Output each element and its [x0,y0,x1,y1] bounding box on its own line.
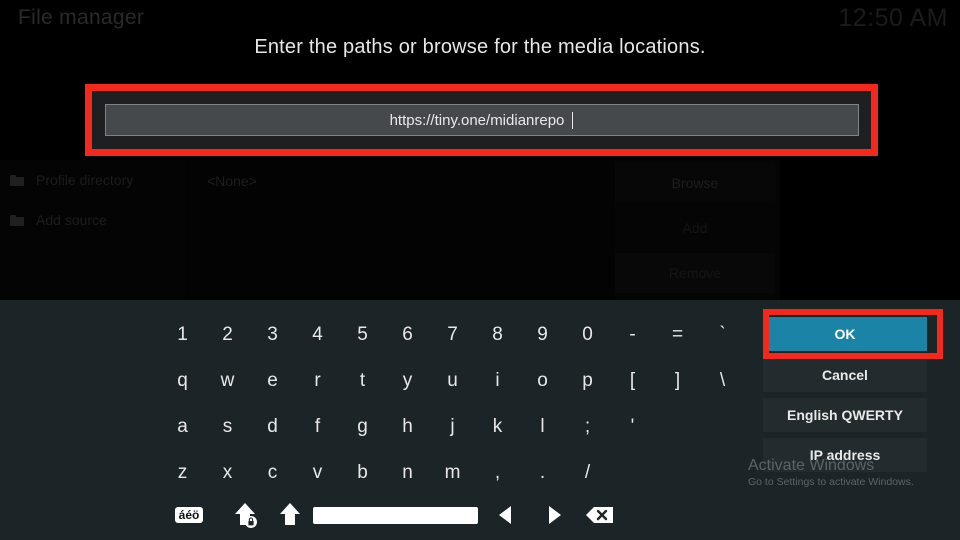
keyboard-key-sym8[interactable]: . [520,450,565,495]
keyboard-key-x[interactable]: x [205,450,250,495]
keyboard-key-8[interactable]: 8 [475,312,520,357]
backspace-key[interactable] [580,495,620,535]
add-button[interactable]: Add [615,208,775,248]
keyboard-key-sym10[interactable]: [ [610,358,655,403]
profile-directory-value: <None> [207,173,257,189]
keyboard-key-sym10[interactable]: - [610,312,655,357]
arrow-right-icon [549,506,561,524]
clock: 12:50 AM [838,4,948,32]
watermark-title: Activate Windows [748,457,875,474]
keyboard-key-sym12[interactable]: ` [700,312,745,357]
list-item-label: Add source [36,212,107,228]
text-caret [572,111,574,129]
kodi-file-manager-screen: File manager 12:50 AM Profile directory … [0,0,960,540]
keyboard-key-y[interactable]: y [385,358,430,403]
backspace-icon [586,507,613,523]
keyboard-key-r[interactable]: r [295,358,340,403]
file-manager-left-column: Profile directory Add source [0,160,183,300]
accent-characters-icon: áéö [174,507,204,523]
input-highlight-annotation: https://tiny.one/midianrepo [85,84,878,156]
keyboard-key-sym9[interactable]: ; [565,404,610,449]
shift-icon [280,503,300,525]
caps-lock-key[interactable] [225,495,265,535]
list-item[interactable]: Add source [10,212,107,228]
keyboard-key-e[interactable]: e [250,358,295,403]
keyboard-row-bottom: z x c v b n m,. / [160,450,760,495]
cursor-right-key[interactable] [538,495,570,535]
keyboard-key-v[interactable]: v [295,450,340,495]
list-item-label: Profile directory [36,172,134,188]
path-input[interactable]: https://tiny.one/midianrepo [104,104,859,136]
keyboard-key-1[interactable]: 1 [160,312,205,357]
keyboard-key-p[interactable]: p [565,358,610,403]
spacebar-icon [313,506,478,524]
keyboard-key-6[interactable]: 6 [385,312,430,357]
keyboard-row-top: q w e r t y u i o p[] \ [160,358,760,403]
input-container: https://tiny.one/midianrepo [92,91,871,149]
dialog-heading: Enter the paths or browse for the media … [254,36,706,58]
keyboard-key-i[interactable]: i [475,358,520,403]
folder-icon [10,174,24,186]
keyboard-key-9[interactable]: 9 [520,312,565,357]
keyboard-key-k[interactable]: k [475,404,520,449]
keyboard-key-sym9[interactable]: / [565,450,610,495]
arrow-left-icon [499,506,511,524]
keyboard-key-j[interactable]: j [430,404,475,449]
keyboard-key-g[interactable]: g [340,404,385,449]
keyboard-key-3[interactable]: 3 [250,312,295,357]
cursor-left-key[interactable] [490,495,522,535]
accent-characters-key[interactable]: áéö [172,495,206,535]
keyboard-key-5[interactable]: 5 [340,312,385,357]
keyboard-key-c[interactable]: c [250,450,295,495]
caps-lock-icon [235,503,257,528]
keyboard-key-sym7[interactable]: , [475,450,520,495]
keyboard-key-0[interactable]: 0 [565,312,610,357]
spacebar-key[interactable] [313,495,478,535]
remove-button[interactable]: Remove [615,253,775,293]
keyboard-key-a[interactable]: a [160,404,205,449]
activate-windows-watermark: Activate Windows Go to Settings to activ… [748,457,960,490]
keyboard-key-sym10[interactable]: ' [610,404,655,449]
keyboard-key-w[interactable]: w [205,358,250,403]
keyboard-key-sym11[interactable]: ] [655,358,700,403]
list-item[interactable]: Profile directory [10,172,133,188]
keyboard-function-row: áéö [160,495,760,535]
keyboard-layout-button[interactable]: English QWERTY [763,398,927,432]
keyboard-key-m[interactable]: m [430,450,475,495]
ok-highlight-annotation [763,309,943,359]
shift-key[interactable] [270,495,310,535]
path-input-value: https://tiny.one/midianrepo [389,111,565,129]
keyboard-key-sym11[interactable]: = [655,312,700,357]
keyboard-key-h[interactable]: h [385,404,430,449]
keyboard-key-s[interactable]: s [205,404,250,449]
folder-icon [10,214,24,226]
window-title: File manager [18,6,145,29]
keyboard-key-b[interactable]: b [340,450,385,495]
browse-button[interactable]: Browse [615,163,775,203]
keyboard-key-n[interactable]: n [385,450,430,495]
keyboard-key-7[interactable]: 7 [430,312,475,357]
keyboard-key-f[interactable]: f [295,404,340,449]
keyboard-key-2[interactable]: 2 [205,312,250,357]
keyboard-key-sym12[interactable]: \ [700,358,745,403]
keyboard-key-t[interactable]: t [340,358,385,403]
watermark-subtitle: Go to Settings to activate Windows. [748,476,914,489]
keyboard-key-z[interactable]: z [160,450,205,495]
keyboard-key-d[interactable]: d [250,404,295,449]
cancel-button[interactable]: Cancel [763,358,927,392]
keyboard-row-home: a s d f g h j k l; ' [160,404,760,449]
keyboard-key-l[interactable]: l [520,404,565,449]
keyboard-key-u[interactable]: u [430,358,475,403]
keyboard-row-numbers: 1 2 3 4 5 6 7 8 9 0- = ` [160,312,760,357]
keyboard-key-q[interactable]: q [160,358,205,403]
keyboard-key-4[interactable]: 4 [295,312,340,357]
keyboard-key-o[interactable]: o [520,358,565,403]
